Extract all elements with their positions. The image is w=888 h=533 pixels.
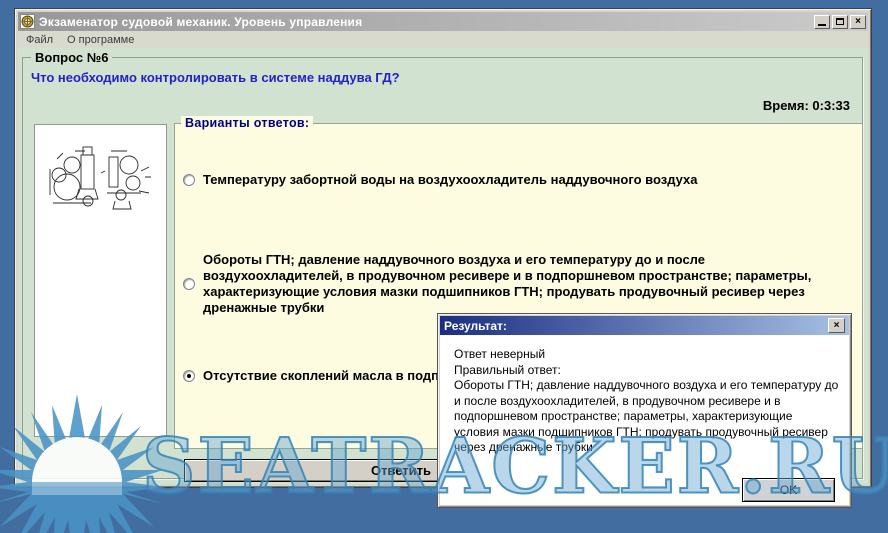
result-dialog-body: Ответ неверный Правильный ответ: Обороты… — [440, 335, 849, 505]
menu-file[interactable]: Файл — [26, 34, 53, 46]
close-icon: × — [855, 17, 861, 27]
app-icon — [20, 14, 35, 29]
radio-option-1[interactable] — [183, 174, 195, 186]
maximize-button[interactable] — [832, 15, 848, 29]
window-titlebar[interactable]: Экзаменатор судовой механик. Уровень упр… — [18, 12, 868, 31]
answer-option-1-label[interactable]: Температуру забортной воды на воздухоохл… — [203, 172, 697, 188]
window-title: Экзаменатор судовой механик. Уровень упр… — [39, 15, 810, 29]
radio-option-3[interactable] — [183, 370, 195, 382]
result-dialog-title: Результат: — [444, 319, 828, 333]
result-dialog-close-button[interactable]: × — [828, 318, 845, 333]
question-image-panel — [34, 124, 167, 437]
menu-about[interactable]: О программе — [67, 34, 134, 46]
question-text: Что необходимо контролировать в системе … — [31, 70, 400, 85]
answer-option-2[interactable]: Обороты ГТН; давление наддувочного возду… — [183, 252, 815, 316]
answer-option-1[interactable]: Температуру забортной воды на воздухоохл… — [183, 172, 823, 188]
answer-option-2-label[interactable]: Обороты ГТН; давление наддувочного возду… — [203, 252, 815, 316]
close-button[interactable]: × — [850, 15, 866, 29]
result-dialog-titlebar[interactable]: Результат: × — [440, 316, 849, 335]
radio-option-2[interactable] — [183, 278, 195, 290]
answers-group-label: Варианты ответов: — [181, 116, 313, 130]
maximize-icon — [836, 18, 844, 25]
desktop: Экзаменатор судовой механик. Уровень упр… — [0, 0, 888, 533]
menu-bar: Файл О программе — [18, 31, 868, 48]
ok-button[interactable]: OK — [742, 478, 835, 502]
minimize-button[interactable] — [814, 15, 830, 29]
result-text: Ответ неверный Правильный ответ: Обороты… — [454, 347, 839, 456]
engine-diagram-image — [45, 141, 157, 223]
close-icon: × — [834, 320, 840, 331]
result-dialog: Результат: × Ответ неверный Правильный о… — [437, 313, 852, 508]
question-group-label: Вопрос №6 — [31, 50, 112, 65]
timer-label: Время: 0:3:33 — [763, 98, 850, 113]
minimize-icon — [818, 24, 826, 26]
